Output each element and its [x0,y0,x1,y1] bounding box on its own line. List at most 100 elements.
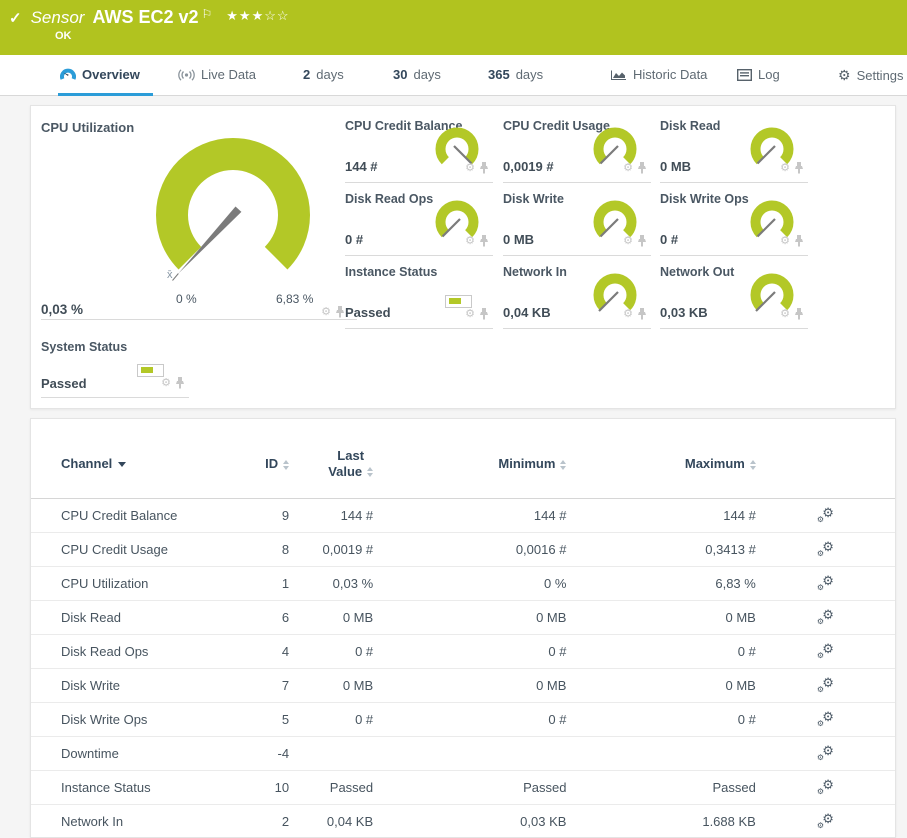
pin-icon[interactable] [794,308,804,320]
sensor-name: AWS EC2 v2 [92,7,199,27]
column-header-last-value[interactable]: Last Value [289,448,374,480]
gauges-panel: CPU Utilization x̄ 0 % 6,83 % 0,03 % ⚙ S… [30,105,896,409]
sort-icon [749,459,756,470]
table-row: Network In 2 0,04 KB 0,03 KB 1.688 KB ⚙ ⚙ [31,805,895,837]
table-row: Instance Status 10 Passed Passed Passed … [31,771,895,805]
tab-2-days[interactable]: 2 days [303,67,344,82]
channel-table-panel: Channel ID Last Value Minimum Maximum CP… [30,418,896,838]
channel-settings-icon[interactable]: ⚙ ⚙ [817,676,834,694]
tile-disk-read-ops: Disk Read Ops 0 # ⚙ [345,192,493,256]
tile-cpu-credit-usage: CPU Credit Usage 0,0019 # ⚙ [503,119,651,183]
channel-name: CPU Credit Usage [61,542,168,557]
channel-name: Disk Read [61,610,121,625]
gear-icon[interactable]: ⚙ [623,235,633,247]
column-header-id[interactable]: ID [235,456,290,471]
sensor-label: Sensor [30,7,85,27]
chart-icon [611,69,626,80]
table-row: Disk Read 6 0 MB 0 MB 0 MB ⚙ ⚙ [31,601,895,635]
channel-name: Instance Status [61,780,151,795]
channel-name: Disk Read Ops [61,644,149,659]
gauge-max-label: 6,83 % [276,292,314,306]
tile-cpu-credit-balance: CPU Credit Balance 144 # ⚙ [345,119,493,183]
tile-cpu-utilization: CPU Utilization x̄ 0 % 6,83 % 0,03 % ⚙ [41,114,357,320]
tile-system-status: System Status Passed ⚙ [41,338,189,398]
channel-settings-icon[interactable]: ⚙ ⚙ [817,506,834,524]
channel-settings-icon[interactable]: ⚙ ⚙ [817,812,834,830]
pin-icon[interactable] [479,162,489,174]
tab-historic-data[interactable]: Historic Data [610,67,707,82]
pin-icon[interactable] [637,308,647,320]
channel-settings-icon[interactable]: ⚙ ⚙ [817,608,834,626]
channel-settings-icon[interactable]: ⚙ ⚙ [817,744,834,762]
priority-stars[interactable]: ★★★☆☆ [226,8,289,24]
channel-name: Downtime [61,746,119,761]
channel-settings-icon[interactable]: ⚙ ⚙ [817,540,834,558]
pin-icon[interactable] [335,306,345,318]
column-header-minimum[interactable]: Minimum [373,456,567,471]
table-header-row: Channel ID Last Value Minimum Maximum [31,419,895,499]
table-row: CPU Credit Usage 8 0,0019 # 0,0016 # 0,3… [31,533,895,567]
channel-settings-icon[interactable]: ⚙ ⚙ [817,574,834,592]
tile-value: Passed [41,376,87,391]
table-row: Disk Write 7 0 MB 0 MB 0 MB ⚙ ⚙ [31,669,895,703]
table-row: Disk Read Ops 4 0 # 0 # 0 # ⚙ ⚙ [31,635,895,669]
tile-title: System Status [41,340,128,354]
tab-settings[interactable]: ⚙ Settings [838,67,904,84]
gear-icon[interactable]: ⚙ [780,308,790,320]
pin-icon[interactable] [479,235,489,247]
status-check-icon: ✓ [9,9,22,27]
gear-icon[interactable]: ⚙ [465,308,475,320]
table-row: Downtime -4 ⚙ ⚙ [31,737,895,771]
tile-disk-write-ops: Disk Write Ops 0 # ⚙ [660,192,808,256]
status-bar-indicator [445,295,472,308]
channel-name: Disk Write [61,678,120,693]
channel-name: Network In [61,814,124,829]
status-bar-indicator [137,364,164,377]
channel-settings-icon[interactable]: ⚙ ⚙ [817,778,834,796]
gauge-min-label: 0 % [176,292,197,306]
pin-icon[interactable] [637,162,647,174]
tile-disk-write: Disk Write 0 MB ⚙ [503,192,651,256]
pin-icon[interactable] [479,308,489,320]
tile-value: 0,03 % [41,302,84,317]
gear-icon[interactable]: ⚙ [623,162,633,174]
mean-marker: x̄ [167,269,173,281]
channel-name: CPU Utilization [61,576,149,591]
sort-desc-icon [118,462,127,468]
tile-title: CPU Utilization [41,120,135,135]
pin-icon[interactable] [637,235,647,247]
channel-settings-icon[interactable]: ⚙ ⚙ [817,710,834,728]
channel-settings-icon[interactable]: ⚙ ⚙ [817,642,834,660]
broadcast-icon [178,68,195,81]
table-row: Disk Write Ops 5 0 # 0 # 0 # ⚙ ⚙ [31,703,895,737]
tab-365-days[interactable]: 365 days [488,67,543,82]
tile-network-out: Network Out 0,03 KB ⚙ [660,265,808,329]
tile-disk-read: Disk Read 0 MB ⚙ [660,119,808,183]
tab-log[interactable]: Log [737,67,780,82]
pin-icon[interactable] [794,162,804,174]
pin-icon[interactable] [794,235,804,247]
column-header-maximum[interactable]: Maximum [566,456,756,471]
gear-icon[interactable]: ⚙ [321,306,331,318]
tab-30-days[interactable]: 30 days [393,67,441,82]
gear-icon[interactable]: ⚙ [780,162,790,174]
log-list-icon [737,68,752,81]
gear-icon: ⚙ [838,67,851,83]
gear-icon[interactable]: ⚙ [623,308,633,320]
column-header-channel[interactable]: Channel [61,456,235,471]
channel-name: Disk Write Ops [61,712,148,727]
pin-icon[interactable] [175,377,185,389]
sensor-header: ✓ Sensor AWS EC2 v2 ⚐ ★★★☆☆ OK [0,0,907,55]
gear-icon[interactable]: ⚙ [465,235,475,247]
tab-overview[interactable]: Overview [60,67,140,82]
gear-icon[interactable]: ⚙ [465,162,475,174]
flag-icon[interactable]: ⚐ [202,7,213,21]
gear-icon[interactable]: ⚙ [161,377,171,389]
gauge-icon [60,68,76,80]
tab-live-data[interactable]: Live Data [178,67,256,82]
gear-icon[interactable]: ⚙ [780,235,790,247]
sensor-status: OK [55,30,72,42]
cpu-utilization-gauge [156,138,310,281]
tile-network-in: Network In 0,04 KB ⚙ [503,265,651,329]
tab-bar: Overview Live Data 2 days 30 days 365 da… [0,55,907,96]
